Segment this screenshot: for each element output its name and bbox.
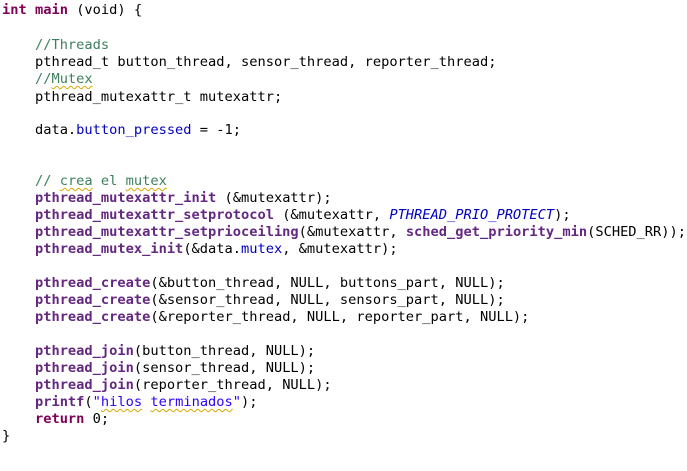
spell-squiggle-mutex-2: mutex [125,173,167,189]
printf-open: ( [84,394,93,410]
call-pthread-mutexattr-setprotocol: pthread_mutexattr_setprotocol [34,207,274,223]
code-line-mutex-init: pthread_mutex_init(&data.mutex, &mutexat… [2,241,398,258]
setprotocol-rest: ); [554,207,571,223]
call-printf: printf [34,394,85,410]
keyword-return: return [34,411,85,427]
type-pthread-t: pthread_t [34,54,110,70]
threads-decl-rest: button_thread, sensor_thread, reporter_t… [109,54,497,70]
call-pthread-join: pthread_join [34,343,134,359]
call-pthread-mutexattr-init: pthread_mutexattr_init [34,190,217,206]
function-name-main: main [34,2,68,18]
comment-mid: el [92,173,126,189]
signature-rest: (void) { [67,2,143,18]
code-line-mutexattr-init: pthread_mutexattr_init (&mutexattr); [2,190,332,207]
call-pthread-create: pthread_create [34,292,151,308]
comment-threads: //Threads [34,37,110,53]
spell-squiggle-hilos: hilos [100,394,143,410]
code-line-join-sensor: pthread_join(sensor_thread, NULL); [2,360,315,377]
setprio-mid: (&mutexattr, [298,224,406,240]
field-button-pressed: button_pressed [76,122,192,138]
setprio-rest: (SCHED_RR)); [587,224,686,240]
code-line-create-reporter: pthread_create(&reporter_thread, NULL, r… [2,309,529,326]
call-pthread-mutexattr-setprioceiling: pthread_mutexattr_setprioceiling [34,224,299,240]
mutex-init-rest: , &mutexattr); [282,241,398,257]
spell-squiggle-terminados: terminados [150,394,233,410]
join-args: (button_thread, NULL); [133,343,316,359]
code-line-setprioceiling: pthread_mutexattr_setprioceiling(&mutexa… [2,224,686,241]
code-line-signature: int main (void) { [2,2,142,19]
mutexattr-decl-rest: mutexattr; [191,89,283,105]
return-rest: 0; [84,411,110,427]
call-pthread-mutex-init: pthread_mutex_init [34,241,184,257]
call-pthread-create: pthread_create [34,309,151,325]
code-line-comment-mutex: //Mutex [2,71,93,88]
comment-prefix: // [34,173,60,189]
create-args: (&sensor_thread, NULL, sensors_part, NUL… [150,292,505,308]
code-line-join-reporter: pthread_join(reporter_thread, NULL); [2,377,332,394]
code-line-close-brace: } [2,428,10,445]
code-line-assign: data.button_pressed = -1; [2,122,241,139]
code-line-create-sensor: pthread_create(&sensor_thread, NULL, sen… [2,292,505,309]
code-line-printf: printf("hilos terminados"); [2,394,258,411]
code-line-join-button: pthread_join(button_thread, NULL); [2,343,315,360]
spell-squiggle-mutex: Mutex [51,71,93,87]
assign-rest: = -1; [191,122,241,138]
keyword-int: int [2,2,27,18]
call-pthread-join: pthread_join [34,360,134,376]
init-args: (&mutexattr); [216,190,332,206]
code-line-create-button: pthread_create(&button_thread, NULL, but… [2,275,505,292]
create-args: (&button_thread, NULL, buttons_part, NUL… [150,275,505,291]
assign-prefix: data. [34,122,77,138]
closing-brace: } [2,428,11,444]
code-line-comment-crea: // crea el mutex [2,173,167,190]
code-line-return: return 0; [2,411,109,428]
call-pthread-join: pthread_join [34,377,134,393]
create-args: (&reporter_thread, NULL, reporter_part, … [150,309,530,325]
call-sched-get-priority-min: sched_get_priority_min [405,224,588,240]
comment-crea-el-mutex: // crea el mutex [35,173,167,189]
code-line-mutexattr-decl: pthread_mutexattr_t mutexattr; [2,89,282,106]
code-editor[interactable]: int main (void) { //Threads pthread_t bu… [0,0,687,471]
mutex-init-pre: (&data. [183,241,241,257]
string-quote-open: " [92,394,101,410]
type-pthread-mutexattr-t: pthread_mutexattr_t [34,89,192,105]
string-quote-close: " [232,394,242,410]
code-line-threads-decl: pthread_t button_thread, sensor_thread, … [2,54,496,71]
call-pthread-create: pthread_create [34,275,151,291]
setprotocol-mid: (&mutexattr, [273,207,390,223]
join-args: (reporter_thread, NULL); [133,377,332,393]
string-literal: "hilos terminados" [93,394,241,410]
code-line-setprotocol: pthread_mutexattr_setprotocol (&mutexatt… [2,207,571,224]
macro-pthread-prio-protect: PTHREAD_PRIO_PROTECT [389,207,555,223]
comment-mutex: //Mutex [34,71,93,87]
code-line-comment-threads: //Threads [2,37,109,54]
join-args: (sensor_thread, NULL); [133,360,316,376]
field-mutex: mutex [241,241,283,257]
spell-squiggle-crea: crea [59,173,93,189]
printf-rest: ); [241,394,258,410]
